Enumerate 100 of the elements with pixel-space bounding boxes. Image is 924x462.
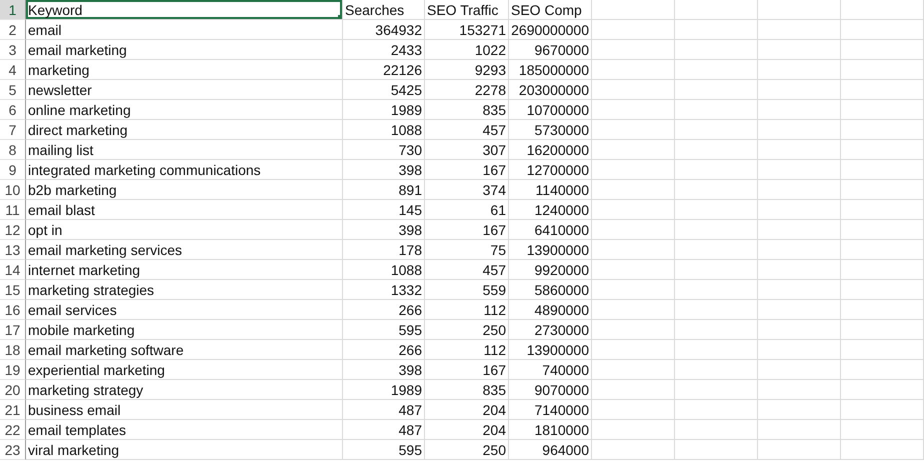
table-cell: email templates: [26, 420, 343, 440]
row-number[interactable]: 12: [0, 220, 26, 240]
row-number[interactable]: 21: [0, 400, 26, 420]
table-cell: SEO Traffic: [425, 0, 509, 20]
row-number[interactable]: 16: [0, 300, 26, 320]
table-cell: 398: [343, 360, 425, 380]
table-cell: 457: [425, 260, 509, 280]
table-cell: internet marketing: [26, 260, 343, 280]
table-cell: 6410000: [509, 220, 592, 240]
table-cell: 9920000: [509, 260, 592, 280]
row-number[interactable]: 5: [0, 80, 26, 100]
table-cell: 167: [425, 220, 509, 240]
table-cell: email marketing services: [26, 240, 343, 260]
table-cell: 75: [425, 240, 509, 260]
table-cell: opt in: [26, 220, 343, 240]
table-cell: 167: [425, 160, 509, 180]
table-cell: 964000: [509, 440, 592, 460]
row-number[interactable]: 11: [0, 200, 26, 220]
row-number[interactable]: 6: [0, 100, 26, 120]
row-number[interactable]: 15: [0, 280, 26, 300]
row-number[interactable]: 2: [0, 20, 26, 40]
table-cell: 559: [425, 280, 509, 300]
table-cell: 2433: [343, 40, 425, 60]
table-cell: 61: [425, 200, 509, 220]
table-cell: 1989: [343, 380, 425, 400]
table-cell: 145: [343, 200, 425, 220]
table-cell: 12700000: [509, 160, 592, 180]
table-cell: 204: [425, 400, 509, 420]
table-cell: 1088: [343, 260, 425, 280]
table-cell: 2278: [425, 80, 509, 100]
table-cell: b2b marketing: [26, 180, 343, 200]
table-cell: business email: [26, 400, 343, 420]
table-cell: 112: [425, 340, 509, 360]
table-cell: 2690000000: [509, 20, 592, 40]
table-cell: 1088: [343, 120, 425, 140]
table-cell: 266: [343, 300, 425, 320]
table-cell: email marketing: [26, 40, 343, 60]
table-cell: 5730000: [509, 120, 592, 140]
table-cell: 9670000: [509, 40, 592, 60]
table-cell: mailing list: [26, 140, 343, 160]
table-cell: 1810000: [509, 420, 592, 440]
table-cell: Searches: [343, 0, 425, 20]
table-cell: 1022: [425, 40, 509, 60]
row-number[interactable]: 8: [0, 140, 26, 160]
table-cell: 1332: [343, 280, 425, 300]
table-cell: online marketing: [26, 100, 343, 120]
row-number[interactable]: 22: [0, 420, 26, 440]
row-number[interactable]: 4: [0, 60, 26, 80]
row-number[interactable]: 18: [0, 340, 26, 360]
table-cell: 266: [343, 340, 425, 360]
table-cell: 9070000: [509, 380, 592, 400]
table-cell: 112: [425, 300, 509, 320]
table-cell: 5860000: [509, 280, 592, 300]
table-cell: 9293: [425, 60, 509, 80]
table-cell: 2730000: [509, 320, 592, 340]
table-cell: 203000000: [509, 80, 592, 100]
table-cell: Keyword: [26, 0, 343, 20]
table-cell: 457: [425, 120, 509, 140]
table-cell: 13900000: [509, 240, 592, 260]
table-cell: 22126: [343, 60, 425, 80]
table-cell: 7140000: [509, 400, 592, 420]
table-cell: 1240000: [509, 200, 592, 220]
table-cell: viral marketing: [26, 440, 343, 460]
row-number[interactable]: 13: [0, 240, 26, 260]
row-number[interactable]: 7: [0, 120, 26, 140]
table-cell: 398: [343, 160, 425, 180]
table-cell: 307: [425, 140, 509, 160]
row-number[interactable]: 20: [0, 380, 26, 400]
table-cell: 835: [425, 380, 509, 400]
table-cell: 204: [425, 420, 509, 440]
table-cell: newsletter: [26, 80, 343, 100]
table-cell: 595: [343, 440, 425, 460]
table-cell: 1989: [343, 100, 425, 120]
row-number[interactable]: 9: [0, 160, 26, 180]
table-cell: 835: [425, 100, 509, 120]
table-cell: 167: [425, 360, 509, 380]
row-number[interactable]: 10: [0, 180, 26, 200]
row-number[interactable]: 14: [0, 260, 26, 280]
table-cell: 487: [343, 400, 425, 420]
table-cell: email services: [26, 300, 343, 320]
table-cell: 4890000: [509, 300, 592, 320]
row-number[interactable]: 1: [0, 0, 26, 20]
table-cell: 16200000: [509, 140, 592, 160]
table-cell: email: [26, 20, 343, 40]
table-cell: 374: [425, 180, 509, 200]
table-cell: experiential marketing: [26, 360, 343, 380]
table-cell: 250: [425, 320, 509, 340]
row-number[interactable]: 17: [0, 320, 26, 340]
table-cell: 487: [343, 420, 425, 440]
table-cell: email blast: [26, 200, 343, 220]
table-cell: email marketing software: [26, 340, 343, 360]
row-number[interactable]: 23: [0, 440, 26, 460]
row-number[interactable]: 3: [0, 40, 26, 60]
table-cell: 398: [343, 220, 425, 240]
row-number[interactable]: 19: [0, 360, 26, 380]
table-cell: 13900000: [509, 340, 592, 360]
table-cell: SEO Comp: [509, 0, 592, 20]
table-cell: marketing: [26, 60, 343, 80]
table-cell: direct marketing: [26, 120, 343, 140]
table-cell: 5425: [343, 80, 425, 100]
